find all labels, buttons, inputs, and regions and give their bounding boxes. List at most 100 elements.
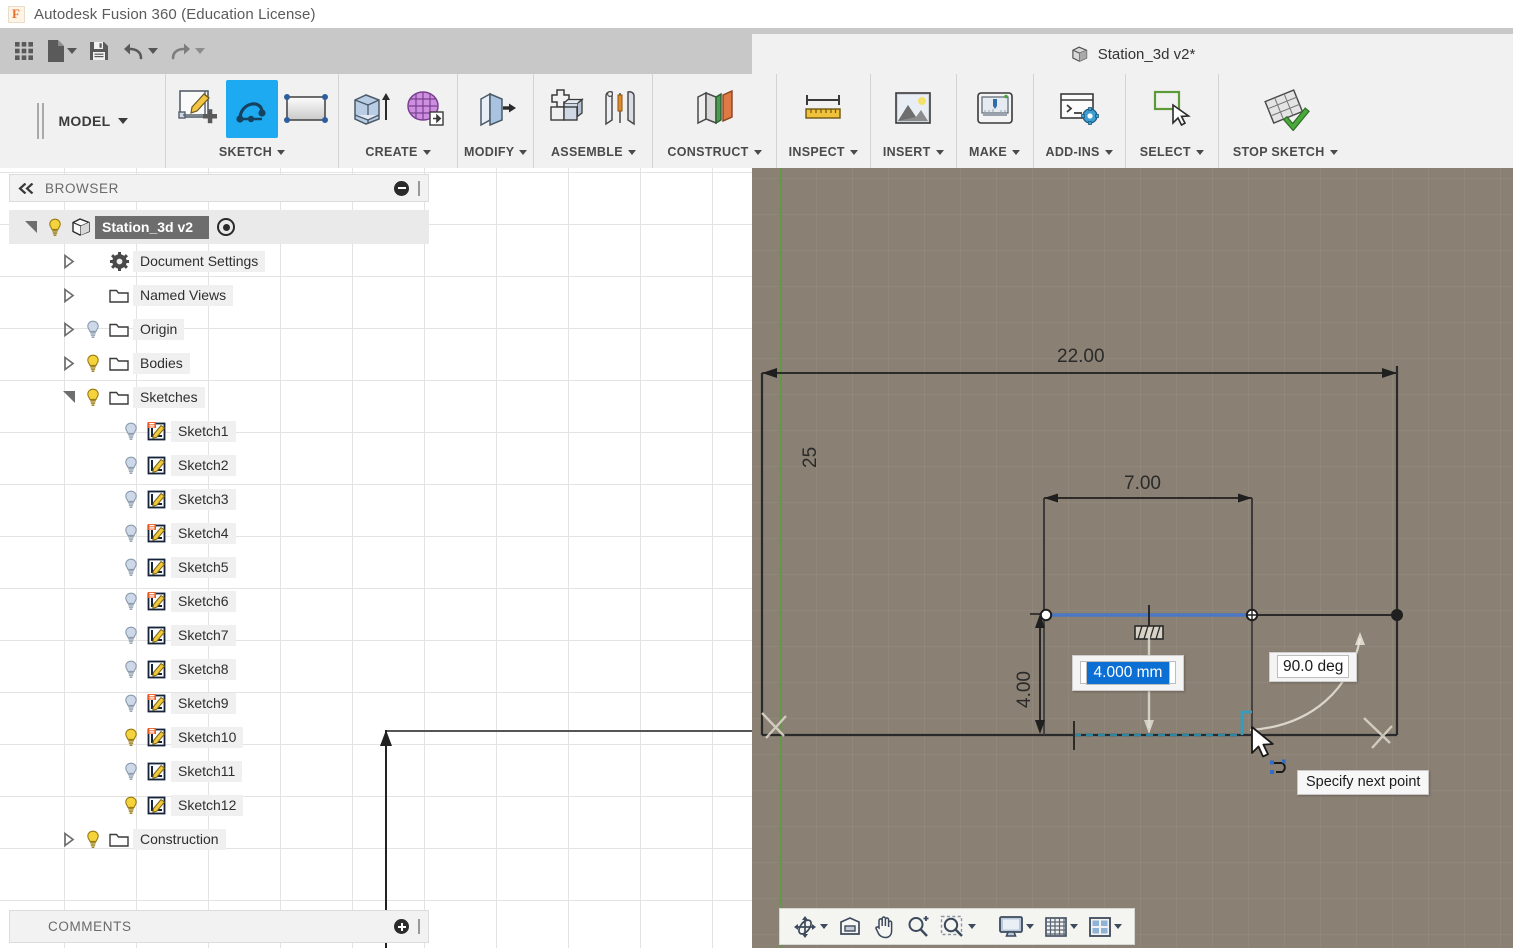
tree-item-sketch10[interactable]: Sketch10: [9, 720, 429, 754]
tree-item-sketch2[interactable]: Sketch2: [9, 448, 429, 482]
zoom-window-button[interactable]: [936, 912, 980, 942]
tree-item-sketches[interactable]: Sketches: [9, 380, 429, 414]
activate-component-radio[interactable]: [217, 218, 236, 236]
chevron-down-icon[interactable]: [117, 118, 128, 124]
visibility-bulb-icon[interactable]: [119, 728, 143, 747]
tree-item-sketch12[interactable]: Sketch12: [9, 788, 429, 822]
tree-item-sketch7[interactable]: Sketch7: [9, 618, 429, 652]
chevron-down-icon[interactable]: [1104, 149, 1113, 155]
stop-sketch-button[interactable]: [1259, 80, 1311, 138]
chevron-down-icon[interactable]: [820, 924, 828, 929]
visibility-bulb-icon[interactable]: [119, 490, 143, 509]
panel-label-assemble[interactable]: ASSEMBLE: [540, 140, 646, 164]
tree-item-document-settings[interactable]: Document Settings: [9, 244, 429, 278]
chevron-down-icon[interactable]: [627, 149, 636, 155]
visibility-bulb-icon[interactable]: [119, 762, 143, 781]
visibility-bulb-icon[interactable]: [81, 388, 105, 407]
visibility-bulb-icon[interactable]: [119, 660, 143, 679]
panel-label-create[interactable]: CREATE: [345, 140, 451, 164]
chevron-down-icon[interactable]: [277, 149, 286, 155]
angle-input-value[interactable]: 90.0 deg: [1277, 655, 1350, 678]
chevron-down-icon[interactable]: [1026, 924, 1034, 929]
plus-circle-icon[interactable]: [394, 919, 409, 934]
tree-item-sketch3[interactable]: Sketch3: [9, 482, 429, 516]
save-button[interactable]: [84, 33, 114, 69]
chevron-down-icon[interactable]: [968, 924, 976, 929]
chevron-down-icon[interactable]: [849, 149, 858, 155]
tree-item-sketch9[interactable]: Sketch9: [9, 686, 429, 720]
tree-item-sketch1[interactable]: Sketch1: [9, 414, 429, 448]
grid-snaps-button[interactable]: [1040, 912, 1082, 942]
tree-item-sketch5[interactable]: Sketch5: [9, 550, 429, 584]
zoom-button[interactable]: [902, 912, 934, 942]
viewports-button[interactable]: [1084, 912, 1126, 942]
chevron-down-icon[interactable]: [753, 149, 762, 155]
tree-item-sketch11[interactable]: Sketch11: [9, 754, 429, 788]
press-pull-button[interactable]: [470, 80, 522, 138]
panel-label-addins[interactable]: ADD-INS: [1046, 140, 1113, 164]
tree-item-named-views[interactable]: Named Views: [9, 278, 429, 312]
visibility-bulb-icon[interactable]: [43, 218, 67, 237]
extrude-button[interactable]: [345, 80, 397, 138]
panel-label-construct[interactable]: CONSTRUCT: [667, 140, 762, 164]
line-tool-button[interactable]: [226, 80, 278, 138]
visibility-bulb-icon[interactable]: [119, 524, 143, 543]
sketch-canvas[interactable]: 22.00 25 7.00 4.00 4.000 mm 90.0 deg Spe…: [752, 168, 1513, 948]
chevron-down-icon[interactable]: [1329, 149, 1338, 155]
tree-item-bodies[interactable]: Bodies: [9, 346, 429, 380]
panel-label-insert[interactable]: INSERT: [883, 140, 944, 164]
chevron-down-icon[interactable]: [148, 48, 158, 54]
chevron-down-icon[interactable]: [422, 149, 431, 155]
chevron-down-icon[interactable]: [195, 48, 205, 54]
dim-label-22[interactable]: 22.00: [1057, 346, 1105, 368]
visibility-bulb-icon[interactable]: [81, 354, 105, 373]
visibility-bulb-icon[interactable]: [81, 830, 105, 849]
create-form-button[interactable]: [399, 80, 451, 138]
chevron-down-icon[interactable]: [1195, 149, 1204, 155]
dim-label-7[interactable]: 7.00: [1124, 473, 1161, 495]
tree-twisty-collapsed[interactable]: [57, 831, 81, 847]
chevron-down-icon[interactable]: [935, 149, 944, 155]
pan-button[interactable]: [868, 912, 900, 942]
tree-item-origin[interactable]: Origin: [9, 312, 429, 346]
show-data-panel-button[interactable]: [9, 33, 39, 69]
dim-label-4[interactable]: 4.00: [1014, 671, 1036, 708]
measure-button[interactable]: [797, 80, 849, 138]
rectangle-tool-button[interactable]: [280, 80, 332, 138]
tree-twisty-collapsed[interactable]: [57, 287, 81, 303]
joint-button[interactable]: [594, 80, 646, 138]
visibility-bulb-icon[interactable]: [119, 626, 143, 645]
tree-item-sketch6[interactable]: Sketch6: [9, 584, 429, 618]
chevron-down-icon[interactable]: [1012, 149, 1021, 155]
panel-resize-grip[interactable]: [418, 180, 420, 196]
tree-item-sketch4[interactable]: Sketch4: [9, 516, 429, 550]
document-tab[interactable]: Station_3d v2*: [752, 34, 1513, 74]
workspace-selector[interactable]: MODEL: [0, 74, 166, 168]
tree-item-station-3d-v2[interactable]: Station_3d v2: [9, 210, 429, 244]
visibility-bulb-icon[interactable]: [119, 558, 143, 577]
dim-label-25[interactable]: 25: [800, 447, 822, 468]
undo-button[interactable]: [118, 33, 161, 69]
new-component-button[interactable]: [540, 80, 592, 138]
panel-label-make[interactable]: MAKE: [969, 140, 1021, 164]
insert-mcmaster-button[interactable]: [887, 80, 939, 138]
chevron-down-icon[interactable]: [1070, 924, 1078, 929]
minus-circle-icon[interactable]: [394, 180, 409, 196]
panel-resize-grip[interactable]: [418, 919, 420, 934]
visibility-bulb-icon[interactable]: [119, 456, 143, 475]
panel-label-sketch[interactable]: SKETCH: [172, 140, 332, 164]
chevron-down-icon[interactable]: [67, 48, 77, 54]
length-input[interactable]: 4.000 mm: [1072, 655, 1184, 691]
offset-plane-button[interactable]: [689, 80, 741, 138]
scripts-and-addins-button[interactable]: [1053, 80, 1105, 138]
tree-twisty-expanded[interactable]: [19, 220, 43, 234]
tree-twisty-collapsed[interactable]: [57, 321, 81, 337]
redo-button[interactable]: [165, 33, 208, 69]
tree-twisty-collapsed[interactable]: [57, 253, 81, 269]
tree-twisty-expanded[interactable]: [57, 390, 81, 404]
tree-item-sketch8[interactable]: Sketch8: [9, 652, 429, 686]
chevron-down-icon[interactable]: [519, 149, 528, 155]
visibility-bulb-icon[interactable]: [119, 694, 143, 713]
panel-label-select[interactable]: SELECT: [1140, 140, 1204, 164]
tree-item-construction[interactable]: Construction: [9, 822, 429, 856]
